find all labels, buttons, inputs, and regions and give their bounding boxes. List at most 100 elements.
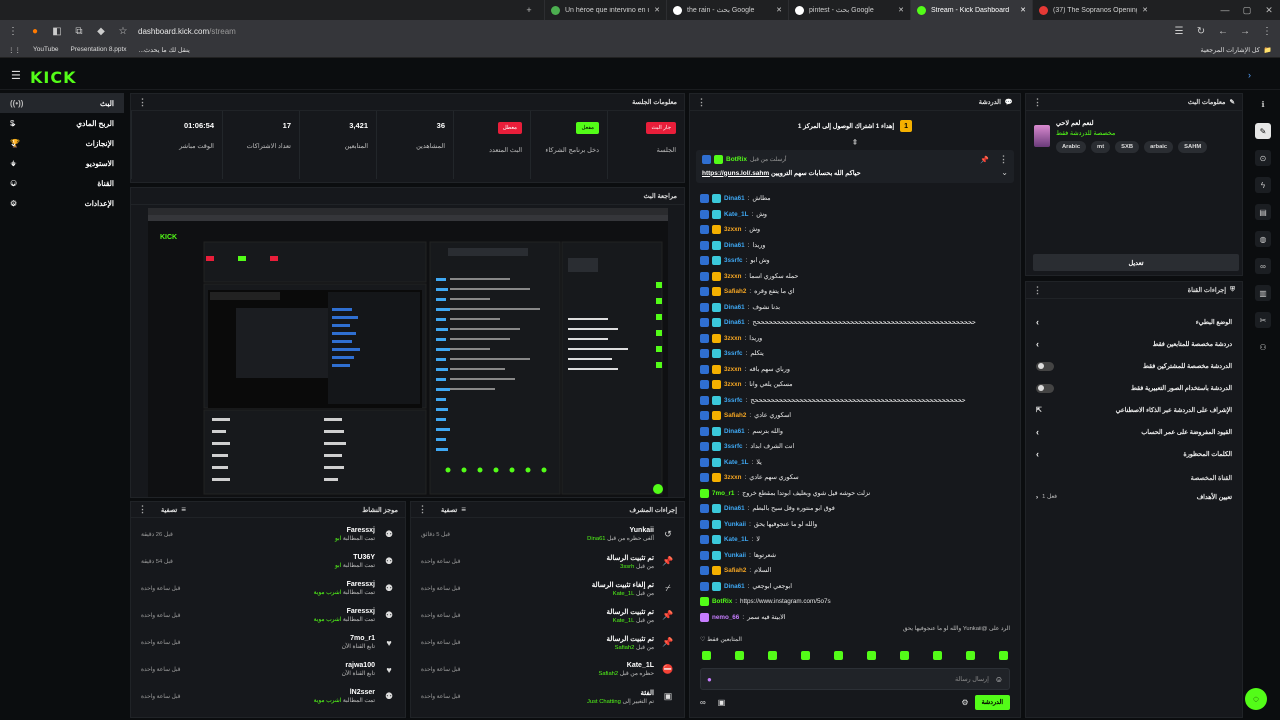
tab-close-icon[interactable]: ✕ (898, 6, 904, 14)
chat-username[interactable]: BotRix (712, 598, 732, 605)
hamburger-menu-icon[interactable]: ☰ (11, 69, 21, 82)
pin-icon[interactable]: 📌 (980, 156, 989, 164)
chat-username[interactable]: 3zxxn (724, 226, 742, 233)
emote-icon[interactable] (900, 650, 909, 660)
browser-tab[interactable]: Un héroe que intervino en un a ✕ (544, 0, 666, 20)
emote-icon[interactable] (999, 650, 1008, 660)
mod-action-by[interactable]: Dina61 (587, 536, 605, 542)
mod-action-by[interactable]: Safiah2 (615, 645, 635, 651)
session-menu-icon[interactable]: ⋮ (138, 97, 147, 108)
browser-tab[interactable]: the rain - بحث Google ✕ (666, 0, 788, 20)
close-window-icon[interactable]: ✕ (1258, 0, 1280, 20)
sidebar-item[interactable]: البث ((•)) (0, 93, 124, 113)
channel-action-row[interactable]: الوضع البطيء › (1026, 311, 1242, 333)
kick-logo[interactable]: KICK (30, 68, 77, 87)
filter-button[interactable]: تصفية (161, 506, 177, 514)
channel-action-row[interactable]: دردشة مخصصة للمتابعين فقط › (1026, 333, 1242, 355)
chat-input[interactable]: ● إرسال رسالة ☺ (700, 668, 1010, 690)
chat-username[interactable]: Dina61 (724, 583, 745, 590)
bookmark-x[interactable]: ينقل لك ما يحدث... (139, 46, 190, 54)
doc-icon[interactable]: ▤ (1255, 204, 1271, 220)
browser-tab[interactable]: pintest - بحث Google ✕ (788, 0, 910, 20)
gift-icon[interactable]: ▣ (718, 698, 726, 707)
bookmark-all[interactable]: كل الإشارات المرجعية (1201, 46, 1260, 54)
profile-icon[interactable]: ● (28, 26, 42, 37)
chat-username[interactable]: 3zxxn (724, 335, 742, 342)
chevron-up-icon[interactable]: ⇞ (690, 138, 1020, 148)
activity-user[interactable]: Faressxj (188, 581, 375, 588)
chat-username[interactable]: Safiah2 (724, 567, 746, 574)
chat-username[interactable]: Safiah2 (724, 412, 746, 419)
emote-icon[interactable] (966, 650, 975, 660)
tab-close-icon[interactable]: ✕ (1142, 6, 1148, 14)
emote-icon[interactable] (702, 650, 711, 660)
back-icon[interactable]: → (1238, 26, 1252, 37)
chat-username[interactable]: Dina61 (724, 319, 745, 326)
chat-username[interactable]: 3ssrfc (724, 397, 743, 404)
stream-info-menu-icon[interactable]: ⋮ (1033, 97, 1042, 108)
chat-username[interactable]: Dina61 (724, 428, 745, 435)
chat-username[interactable]: Kate_1L (724, 536, 749, 543)
mod-action-by[interactable]: Kate_1L (613, 618, 635, 624)
chat-username[interactable]: 3ssrfc (724, 443, 743, 450)
url-field[interactable]: dashboard.kick.com/stream (138, 27, 236, 36)
tab-close-icon[interactable]: ✕ (776, 6, 782, 14)
emote-icon[interactable] (735, 650, 744, 660)
filter-icon[interactable]: ≡ (461, 505, 466, 514)
chat-username[interactable]: 3zxxn (724, 381, 742, 388)
sidebar-item[interactable]: الإعدادات ⚙ ⌄ (0, 193, 124, 213)
modactions-menu-icon[interactable]: ⋮ (418, 504, 427, 515)
chat-username[interactable]: Dina61 (724, 195, 745, 202)
mod-action-by[interactable]: Kate_1L (613, 591, 635, 597)
chat-username[interactable]: nemo_66 (712, 614, 739, 621)
people-icon[interactable]: ⚇ (1255, 339, 1271, 355)
chat-username[interactable]: Dina61 (724, 505, 745, 512)
action-toggle[interactable] (1036, 361, 1054, 371)
activity-icon[interactable]: ⊙ (1255, 150, 1271, 166)
stream-preview-video[interactable]: KICK (148, 208, 668, 497)
channel-action-row[interactable]: الكلمات المحظورة › (1026, 443, 1242, 465)
mic-icon[interactable]: ● (707, 675, 712, 684)
link-icon[interactable]: ∞ (1255, 258, 1271, 274)
extension-icon[interactable]: ◆ (94, 26, 108, 37)
stream-tag[interactable]: Arabic (1056, 141, 1087, 153)
tab-close-icon[interactable]: ✕ (1020, 6, 1026, 14)
help-chat-button[interactable]: ◌ (1245, 688, 1267, 710)
sidepanel-icon[interactable]: ◧ (50, 26, 64, 37)
stream-tag[interactable]: SXB (1115, 141, 1140, 153)
channel-action-row[interactable]: الدردشة باستخدام الصور التعبيرية فقط (1026, 377, 1242, 399)
chat-menu-icon[interactable]: ⋮ (697, 97, 706, 108)
emote-icon[interactable] (933, 650, 942, 660)
channel-action-row[interactable]: الدردشة مخصصة للمشتركين فقط (1026, 355, 1242, 377)
browser-tab[interactable]: (37) The Sopranos Opening Cre ✕ (1032, 0, 1154, 20)
chevron-down-icon[interactable]: ⌄ (1001, 168, 1008, 177)
site-settings-icon[interactable]: ☰ (1172, 26, 1186, 37)
emote-icon[interactable] (801, 650, 810, 660)
filter-button[interactable]: تصفية (441, 506, 457, 514)
emote-icon[interactable] (768, 650, 777, 660)
browser-tab[interactable]: Stream - Kick Dashboard ✕ (910, 0, 1032, 20)
activity-user[interactable]: lN2sser (188, 689, 375, 696)
mod-action-by[interactable]: Safiah2 (598, 671, 618, 677)
mod-action-by[interactable]: Just Chatting (587, 699, 621, 705)
forward-icon[interactable]: ← (1216, 26, 1230, 37)
chat-username[interactable]: Dina61 (724, 304, 745, 311)
emoji-icon[interactable]: ☺ (995, 675, 1003, 684)
actions-menu-icon[interactable]: ⋮ (1033, 285, 1042, 296)
sidebar-item[interactable]: القناة ⚇ ⌄ (0, 173, 124, 193)
menu-dots-icon[interactable]: ⋮ (1260, 26, 1274, 37)
info-icon[interactable]: ℹ (1255, 96, 1271, 112)
filter-icon[interactable]: ≡ (181, 505, 186, 514)
chat-settings-icon[interactable]: ⚙ (961, 698, 968, 707)
browser-menu-icon[interactable]: ⋮ (6, 26, 20, 37)
chat-username[interactable]: Kate_1L (724, 459, 749, 466)
activity-user[interactable]: 7mo_r1 (188, 635, 375, 642)
activity-user[interactable]: Faressxj (188, 608, 375, 615)
settings-icon[interactable]: ∞ (700, 698, 706, 707)
stream-tag[interactable]: SAHM (1178, 141, 1208, 153)
chat-username[interactable]: Yunkaii (724, 552, 746, 559)
mod-action-by[interactable]: 3ssrh (620, 564, 634, 570)
new-tab-icon[interactable]: + (518, 0, 540, 20)
edit-stream-button[interactable]: تعديل (1033, 254, 1239, 271)
sub-goal-banner[interactable]: إهداء 1 اشتراك الوصول إلى المركز 1 1 (690, 114, 1020, 138)
